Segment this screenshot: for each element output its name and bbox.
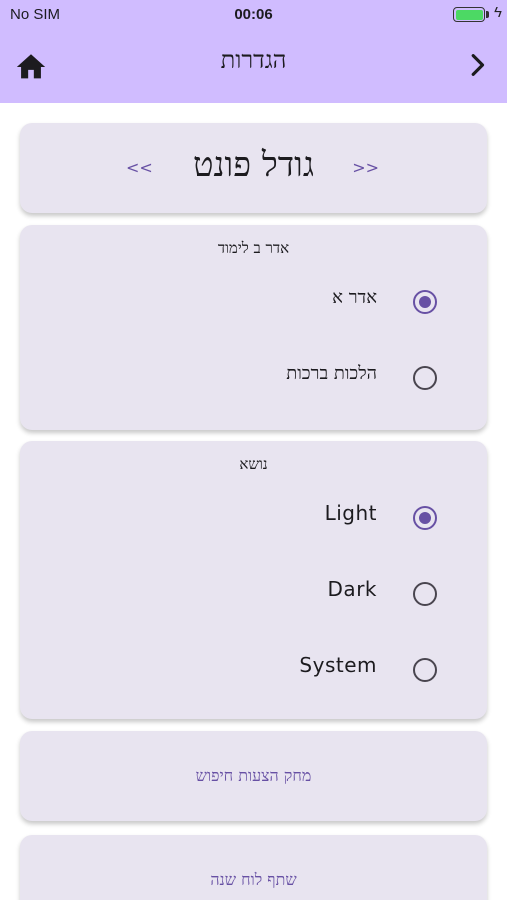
option-label: System xyxy=(299,653,377,677)
font-increase-button[interactable]: >> xyxy=(352,158,379,177)
clock: 00:06 xyxy=(234,6,273,23)
theme-option-system[interactable]: System xyxy=(20,639,487,699)
battery-icon xyxy=(453,7,485,22)
app-bar: הגדרות xyxy=(0,30,507,103)
radio-unchecked-icon[interactable] xyxy=(413,658,437,682)
font-size-card: << גודל פונט >> xyxy=(20,123,487,213)
share-calendar-label: שתף לוח שנה xyxy=(210,870,297,889)
share-calendar-button[interactable]: שתף לוח שנה xyxy=(20,835,487,900)
option-label: Dark xyxy=(327,577,377,601)
study-option-hilchot-brachot[interactable]: הלכות ברכות xyxy=(20,347,487,407)
font-size-title: גודל פונט xyxy=(192,145,315,185)
settings-content: << גודל פונט >> אדר ב לימוד אדר א הלכות … xyxy=(0,103,507,900)
chevron-right-icon xyxy=(471,54,485,76)
battery-fill xyxy=(455,9,483,20)
option-label: אדר א xyxy=(332,287,377,308)
theme-option-dark[interactable]: Dark xyxy=(20,563,487,623)
clear-search-suggestions-label: מחק הצעות חיפוש xyxy=(195,766,312,785)
battery-cap xyxy=(486,11,489,18)
radio-unchecked-icon[interactable] xyxy=(413,582,437,606)
study-title: אדר ב לימוד xyxy=(217,239,290,257)
option-label: הלכות ברכות xyxy=(286,363,377,384)
clear-search-suggestions-button[interactable]: מחק הצעות חיפוש xyxy=(20,731,487,821)
charging-icon: ϟ xyxy=(494,4,502,21)
page-title: הגדרות xyxy=(220,46,287,74)
theme-option-light[interactable]: Light xyxy=(20,487,487,547)
study-option-adar-a[interactable]: אדר א xyxy=(20,271,487,331)
status-bar: No SIM 00:06 ϟ xyxy=(0,0,507,30)
theme-title: נושא xyxy=(239,455,268,473)
radio-checked-icon[interactable] xyxy=(413,290,437,314)
radio-checked-icon[interactable] xyxy=(413,506,437,530)
study-card: אדר ב לימוד אדר א הלכות ברכות xyxy=(20,225,487,430)
radio-unchecked-icon[interactable] xyxy=(413,366,437,390)
theme-card: נושא Light Dark System xyxy=(20,441,487,719)
option-label: Light xyxy=(324,501,377,525)
back-button[interactable] xyxy=(461,48,495,82)
